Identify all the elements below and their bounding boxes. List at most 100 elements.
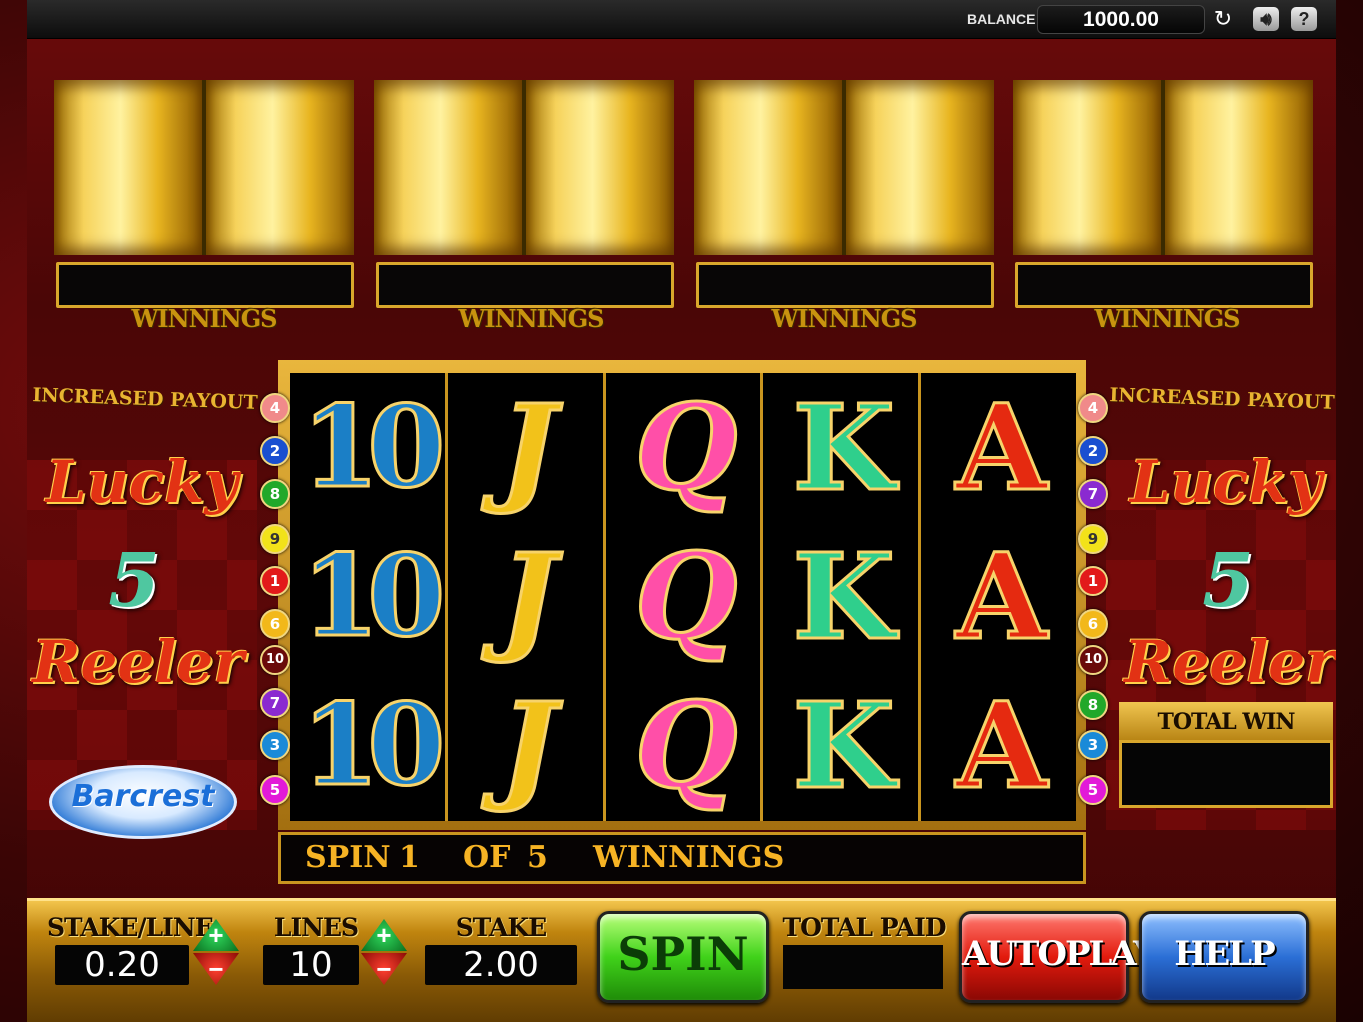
reel-symbol-j: J	[499, 526, 558, 666]
game-frame: BALANCE 1000.00 ↻ 🔊︎ ? WINNINGS WINNINGS…	[27, 0, 1336, 1022]
winnings-box-3	[696, 262, 994, 308]
reel-symbol-k: K	[791, 676, 897, 816]
stake-line-label: STAKE/LINE	[47, 913, 214, 942]
autoplay-button[interactable]: AUTOPLAY	[959, 911, 1157, 1003]
reel-1: 10 10 10	[290, 373, 448, 821]
help-button[interactable]: HELP	[1139, 911, 1309, 1003]
status-winnings-word: WINNINGS	[593, 840, 785, 875]
status-spin-total: 5	[527, 840, 548, 875]
bonus-reel-cell	[374, 80, 522, 255]
bonus-reel-1	[54, 80, 354, 255]
bonus-reel-2	[374, 80, 674, 255]
reel-symbol-q: Q	[633, 676, 739, 816]
minus-icon: −	[208, 954, 224, 984]
total-paid-box	[783, 945, 943, 989]
balance-label: BALANCE	[967, 11, 1036, 27]
increased-payout-right: INCREASED PAYOUT	[1109, 384, 1335, 414]
bonus-reel-cell	[694, 80, 842, 255]
payline-marker[interactable]: 6	[1078, 609, 1108, 639]
reel-4: K K K	[763, 373, 922, 821]
bonus-reel-cell	[1013, 80, 1161, 255]
bonus-reel-cell	[54, 80, 202, 255]
payline-marker[interactable]: 1	[1078, 566, 1108, 596]
payline-marker[interactable]: 6	[260, 609, 290, 639]
total-win-box	[1119, 740, 1333, 808]
status-of-word: OF	[463, 840, 511, 875]
lines-label: LINES	[273, 913, 359, 942]
payline-marker[interactable]: 4	[1078, 393, 1108, 423]
reel-symbol-a: A	[954, 377, 1049, 517]
lines-value: 10	[263, 945, 359, 985]
reel-symbol-a: A	[954, 526, 1049, 666]
payline-marker[interactable]: 4	[260, 393, 290, 423]
winnings-box-2	[376, 262, 674, 308]
status-spin-number: 1	[399, 840, 420, 875]
total-paid-label: TOTAL PAID	[782, 913, 946, 942]
payline-marker[interactable]: 8	[260, 479, 290, 509]
payline-marker[interactable]: 3	[1078, 730, 1108, 760]
winnings-label-1: WINNINGS	[131, 304, 277, 333]
stake-label: STAKE	[455, 913, 547, 942]
stake-line-decrease-button[interactable]: −	[193, 953, 239, 985]
status-spin-word: SPIN	[305, 840, 391, 875]
payline-marker[interactable]: 7	[260, 688, 290, 718]
lines-decrease-button[interactable]: −	[361, 953, 407, 985]
payline-marker[interactable]: 5	[1078, 775, 1108, 805]
reel-symbol-q: Q	[633, 526, 739, 666]
control-bar: STAKE/LINE 0.20 + − LINES 10 + − STAKE 2…	[27, 898, 1336, 1022]
payline-marker[interactable]: 10	[1078, 645, 1108, 675]
payline-marker[interactable]: 9	[260, 524, 290, 554]
winnings-label-4: WINNINGS	[1094, 304, 1240, 333]
payline-marker[interactable]: 8	[1078, 690, 1108, 720]
reel-3: Q Q Q	[605, 373, 764, 821]
minus-icon: −	[376, 954, 392, 984]
barcrest-logo-text: Barcrest	[71, 778, 215, 814]
increased-payout-left: INCREASED PAYOUT	[32, 384, 258, 414]
payline-marker[interactable]: 10	[260, 645, 290, 675]
bonus-reel-3	[694, 80, 994, 255]
winnings-box-1	[56, 262, 354, 308]
bonus-reel-cell	[846, 80, 994, 255]
payline-marker[interactable]: 5	[260, 775, 290, 805]
logo-lucky-left: Lucky	[45, 448, 239, 516]
reel-symbol-a: A	[954, 676, 1049, 816]
bonus-reel-cell	[1165, 80, 1313, 255]
speaker-icon[interactable]: 🔊︎	[1253, 7, 1279, 31]
bonus-reel-cell	[206, 80, 354, 255]
balance-value: 1000.00	[1037, 5, 1205, 34]
reel-symbol-10: 10	[300, 530, 447, 663]
payline-marker[interactable]: 7	[1078, 479, 1108, 509]
payline-marker[interactable]: 2	[260, 436, 290, 466]
spin-status-bar: SPIN 1 OF 5 WINNINGS	[278, 832, 1086, 884]
top-bar: BALANCE 1000.00 ↻ 🔊︎ ?	[27, 0, 1336, 39]
logo-reeler-left: Reeler	[32, 628, 244, 696]
reel-symbol-j: J	[499, 676, 558, 816]
refresh-icon[interactable]: ↻	[1210, 7, 1236, 31]
reel-symbol-j: J	[499, 377, 558, 517]
winnings-box-4	[1015, 262, 1313, 308]
reel-5: A A A	[921, 373, 1076, 821]
payline-marker[interactable]: 1	[260, 566, 290, 596]
total-win-label: TOTAL WIN	[1119, 702, 1333, 742]
barcrest-logo: Barcrest	[49, 765, 237, 839]
reel-window: 10 10 10 J J J Q Q Q K K K A A A	[290, 373, 1076, 821]
reel-symbol-10: 10	[300, 381, 447, 514]
spin-button[interactable]: SPIN	[597, 911, 769, 1003]
bonus-reel-4	[1013, 80, 1313, 255]
payline-marker[interactable]: 9	[1078, 524, 1108, 554]
payline-marker[interactable]: 3	[260, 730, 290, 760]
stake-value: 2.00	[425, 945, 577, 985]
logo-reeler-right: Reeler	[1124, 628, 1336, 696]
reel-symbol-k: K	[791, 377, 897, 517]
logo-five-right: 5	[1202, 538, 1254, 624]
payline-marker[interactable]: 2	[1078, 436, 1108, 466]
reel-2: J J J	[447, 373, 606, 821]
bonus-reel-cell	[526, 80, 674, 255]
reel-symbol-10: 10	[300, 679, 447, 812]
question-icon[interactable]: ?	[1291, 7, 1317, 31]
winnings-label-2: WINNINGS	[458, 304, 604, 333]
logo-lucky-right: Lucky	[1129, 448, 1323, 516]
winnings-label-3: WINNINGS	[771, 304, 917, 333]
logo-five-left: 5	[108, 538, 160, 624]
reel-symbol-q: Q	[633, 377, 739, 517]
